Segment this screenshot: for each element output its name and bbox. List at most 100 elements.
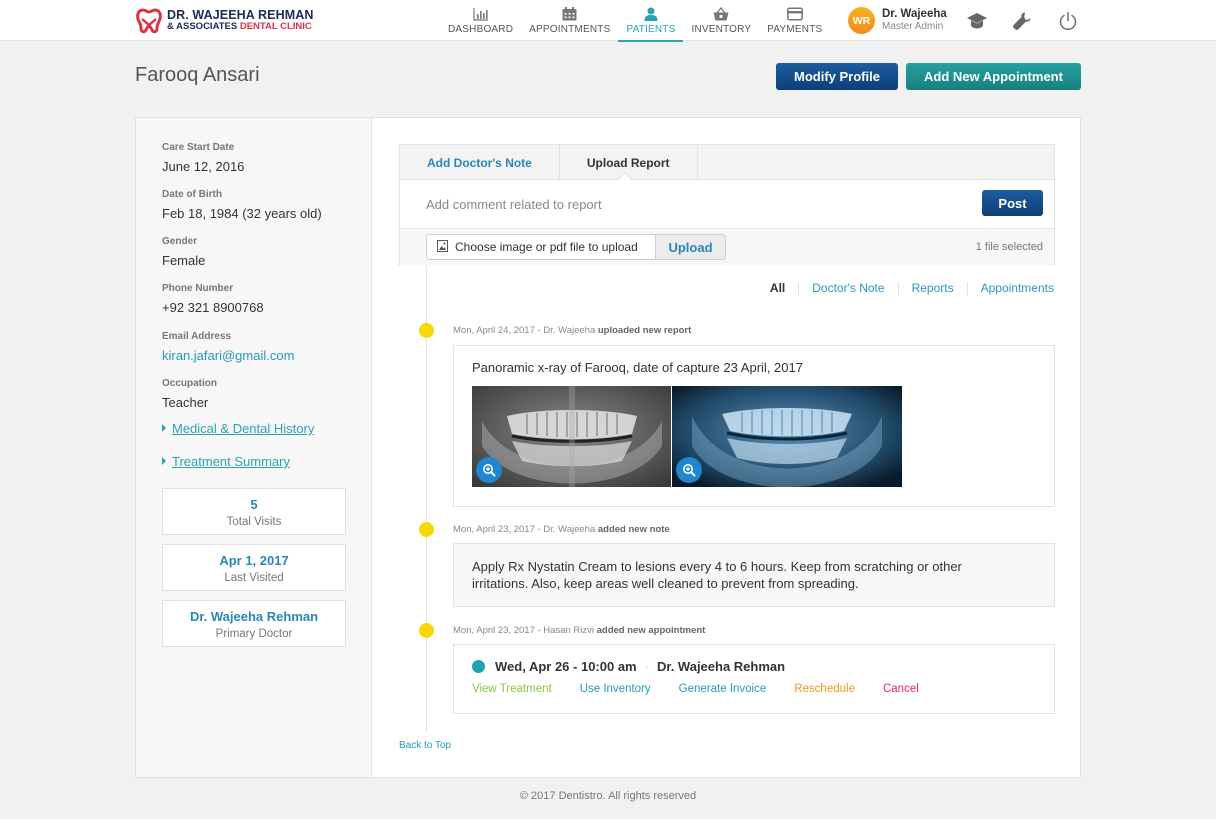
nav-appointments[interactable]: APPOINTMENTS xyxy=(521,0,618,41)
basket-icon xyxy=(713,5,729,22)
zoom-in-icon[interactable] xyxy=(476,457,502,483)
timeline-dot xyxy=(419,623,434,638)
field-label: Date of Birth xyxy=(162,189,222,200)
primary-doctor-stat: Dr. Wajeeha Rehman Primary Doctor xyxy=(162,600,346,647)
credit-card-icon xyxy=(786,5,803,22)
timeline-filters: All Doctor's Note Reports Appointments xyxy=(757,282,1054,295)
treatment-summary-link[interactable]: Treatment Summary xyxy=(162,454,290,469)
reschedule-link[interactable]: Reschedule xyxy=(794,683,855,695)
patient-card: Care Start Date June 12, 2016 Date of Bi… xyxy=(135,117,1081,778)
nav-label: INVENTORY xyxy=(691,24,752,35)
view-treatment-link[interactable]: View Treatment xyxy=(472,683,552,695)
stat-label: Last Visited xyxy=(224,572,284,584)
email-address-field: Email Address kiran.jafari@gmail.com xyxy=(162,331,294,364)
medical-dental-history-link[interactable]: Medical & Dental History xyxy=(162,421,314,436)
filter-reports[interactable]: Reports xyxy=(897,282,967,295)
wrench-icon[interactable] xyxy=(1010,9,1034,33)
file-picker[interactable]: Choose image or pdf file to upload xyxy=(426,234,656,260)
stat-value: 5 xyxy=(250,497,258,512)
field-value: Feb 18, 1984 (32 years old) xyxy=(162,206,322,221)
brand-name: DR. WAJEEHA REHMAN xyxy=(167,8,314,22)
field-label: Care Start Date xyxy=(162,142,235,153)
top-bar: DR. WAJEEHA REHMAN & ASSOCIATES DENTAL C… xyxy=(0,0,1216,42)
email-link[interactable]: kiran.jafari@gmail.com xyxy=(162,347,294,364)
zoom-in-icon[interactable] xyxy=(676,457,702,483)
nav-label: PATIENTS xyxy=(626,24,676,35)
nav-payments[interactable]: PAYMENTS xyxy=(759,0,830,41)
graduation-cap-icon[interactable] xyxy=(965,9,989,33)
nav-patients[interactable]: PATIENTS xyxy=(618,0,684,42)
last-visited-stat: Apr 1, 2017 Last Visited xyxy=(162,544,346,591)
file-status: 1 file selected xyxy=(975,241,1043,253)
bar-chart-icon xyxy=(472,5,489,22)
brand-subtitle-accent: DENTAL CLINIC xyxy=(239,21,312,32)
clinic-logo[interactable]: DR. WAJEEHA REHMAN & ASSOCIATES DENTAL C… xyxy=(135,7,313,35)
note-entry: Apply Rx Nystatin Cream to lesions every… xyxy=(453,543,1055,607)
report-composer: Add Doctor's Note Upload Report Post Cho… xyxy=(399,144,1055,266)
field-value: +92 321 8900768 xyxy=(162,300,264,315)
nav-label: PAYMENTS xyxy=(767,24,823,35)
image-file-icon xyxy=(437,239,448,255)
use-inventory-link[interactable]: Use Inventory xyxy=(580,683,651,695)
back-to-top-link[interactable]: Back to Top xyxy=(399,740,451,751)
comment-input[interactable] xyxy=(400,180,1054,228)
filter-all[interactable]: All xyxy=(757,282,798,295)
stat-value: Apr 1, 2017 xyxy=(219,553,289,568)
timeline-dot xyxy=(419,323,434,338)
note-text: Apply Rx Nystatin Cream to lesions every… xyxy=(472,559,962,591)
brand-subtitle: & ASSOCIATES xyxy=(167,21,240,32)
field-label: Occupation xyxy=(162,378,218,389)
generate-invoice-link[interactable]: Generate Invoice xyxy=(679,683,767,695)
nav-inventory[interactable]: INVENTORY xyxy=(683,0,759,41)
power-icon[interactable] xyxy=(1056,9,1080,33)
appointment-status-dot xyxy=(472,660,485,673)
stat-label: Primary Doctor xyxy=(215,628,293,640)
phone-number-field: Phone Number +92 321 8900768 xyxy=(162,283,264,316)
main-nav: DASHBOARD APPOINTMENTS PATIENTS INVENTOR… xyxy=(440,0,830,42)
total-visits-stat: 5 Total Visits xyxy=(162,488,346,535)
occupation-field: Occupation Teacher xyxy=(162,378,217,411)
user-icon xyxy=(644,5,658,22)
filter-doctors-note[interactable]: Doctor's Note xyxy=(798,282,897,295)
nav-label: DASHBOARD xyxy=(448,24,514,35)
user-role: Master Admin xyxy=(882,21,944,32)
stat-value: Dr. Wajeeha Rehman xyxy=(189,609,319,624)
link-label: Treatment Summary xyxy=(172,454,290,469)
caret-right-icon xyxy=(162,424,166,432)
field-label: Gender xyxy=(162,236,198,247)
xray-image-blue[interactable] xyxy=(672,386,902,487)
gender-field: Gender Female xyxy=(162,236,205,269)
post-button[interactable]: Post xyxy=(982,190,1043,216)
user-menu[interactable]: WR Dr. Wajeeha Master Admin xyxy=(848,7,947,34)
nav-label: APPOINTMENTS xyxy=(529,24,611,35)
timeline-meta: Mon, April 24, 2017 - Dr. Wajeeha upload… xyxy=(453,325,692,336)
xray-image-grayscale[interactable] xyxy=(472,386,671,487)
timeline-meta: Mon, April 23, 2017 - Hasan Rizvi added … xyxy=(453,625,706,636)
field-label: Phone Number xyxy=(162,283,234,294)
timeline-dot xyxy=(419,522,434,537)
avatar: WR xyxy=(848,7,875,34)
add-new-appointment-button[interactable]: Add New Appointment xyxy=(906,63,1081,90)
tooth-logo-icon xyxy=(136,8,162,34)
stat-label: Total Visits xyxy=(226,516,282,528)
tab-add-doctors-note[interactable]: Add Doctor's Note xyxy=(400,145,560,180)
timeline-meta: Mon, April 23, 2017 - Dr. Wajeeha added … xyxy=(453,524,670,535)
appointment-time: Wed, Apr 26 - 10:00 am xyxy=(495,659,637,674)
separator: · xyxy=(644,659,649,674)
field-value: June 12, 2016 xyxy=(162,159,245,174)
field-value: Female xyxy=(162,253,206,268)
link-label: Medical & Dental History xyxy=(172,421,315,436)
date-of-birth-field: Date of Birth Feb 18, 1984 (32 years old… xyxy=(162,189,322,222)
composer-tabs: Add Doctor's Note Upload Report xyxy=(400,145,1054,187)
field-label: Email Address xyxy=(162,331,232,342)
upload-button[interactable]: Upload xyxy=(655,234,726,260)
filter-appointments[interactable]: Appointments xyxy=(966,282,1054,295)
cancel-link[interactable]: Cancel xyxy=(883,683,919,695)
file-picker-label: Choose image or pdf file to upload xyxy=(455,240,638,254)
report-entry: Panoramic x-ray of Farooq, date of captu… xyxy=(453,345,1055,507)
appointment-doctor: Dr. Wajeeha Rehman xyxy=(656,659,786,674)
nav-dashboard[interactable]: DASHBOARD xyxy=(440,0,521,41)
calendar-icon xyxy=(562,5,577,22)
footer-copyright: © 2017 Dentistro. All rights reserved xyxy=(519,790,697,802)
modify-profile-button[interactable]: Modify Profile xyxy=(776,63,898,90)
